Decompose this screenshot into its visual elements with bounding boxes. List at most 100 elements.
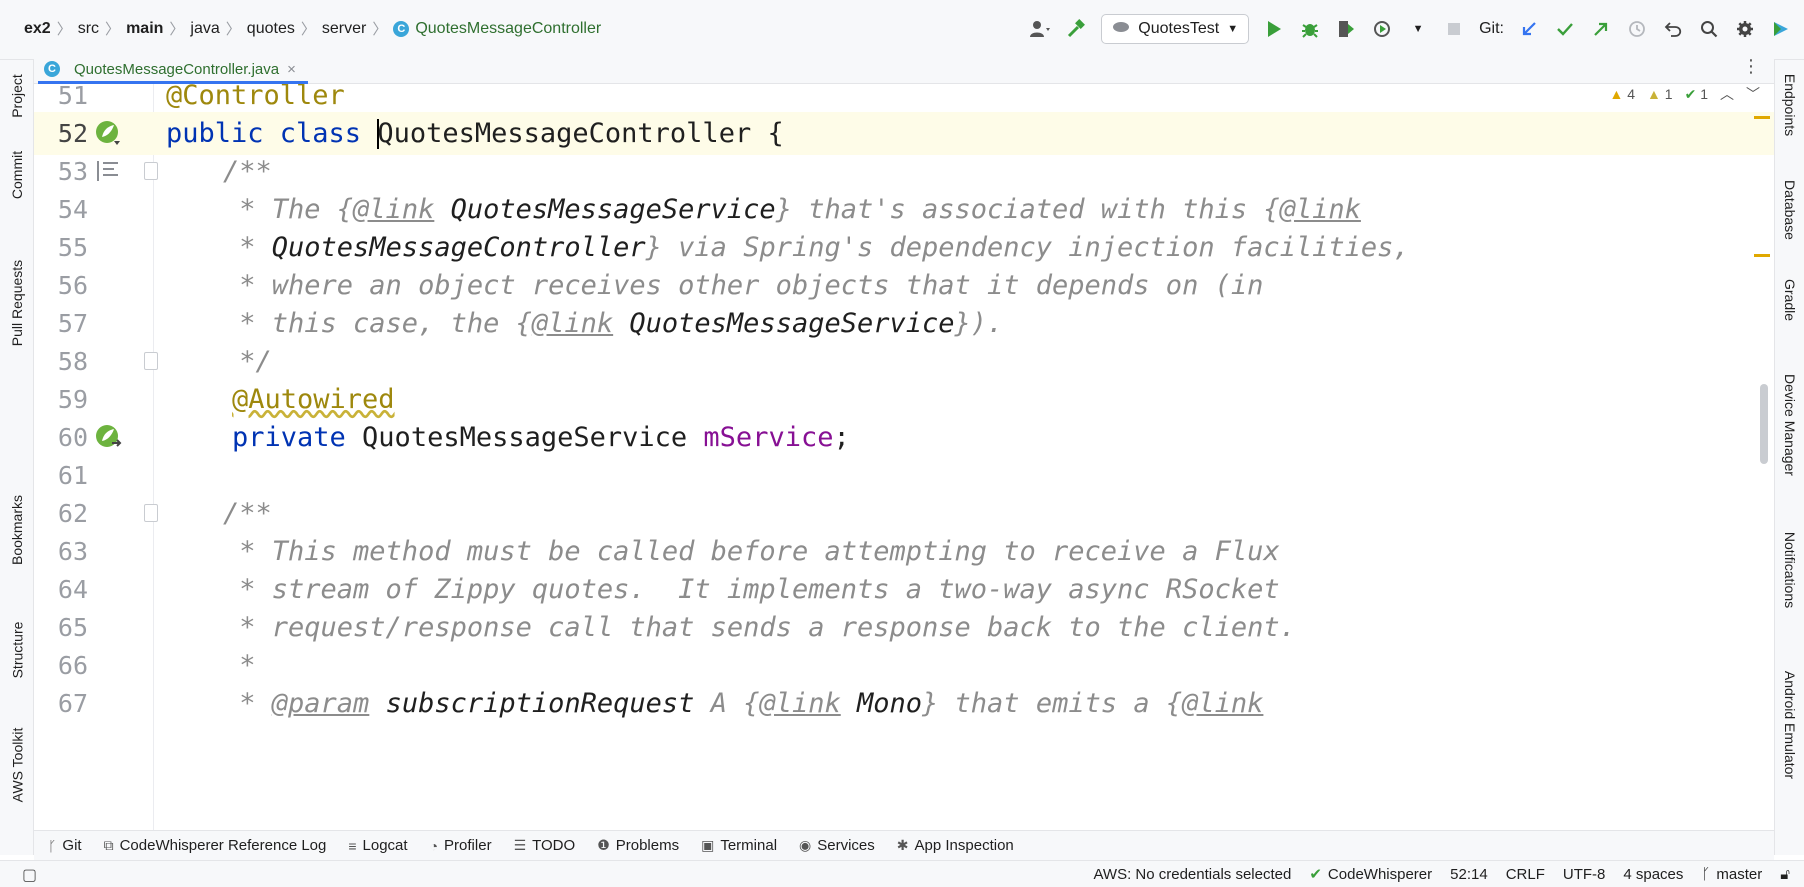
codewhisperer-status[interactable]: ✔ CodeWhisperer [1309, 865, 1432, 884]
file-encoding[interactable]: UTF-8 [1563, 866, 1606, 883]
build-hammer-icon[interactable] [1065, 18, 1087, 40]
more-vertical-icon[interactable]: ⋮ [1742, 56, 1760, 77]
tool-tab-commit[interactable]: Commit [3, 136, 31, 214]
breadcrumb: ex2 〉 src 〉 main 〉 java 〉 quotes 〉 serve… [24, 18, 601, 39]
tool-profiler[interactable]: ◔ Profiler [430, 837, 492, 854]
editor-tab-file[interactable]: C QuotesMessageController.java × [44, 56, 296, 82]
aws-connection-status[interactable]: AWS: No credentials selected [1093, 866, 1291, 883]
breadcrumb-main[interactable]: main [126, 20, 163, 38]
fold-marker[interactable] [144, 162, 158, 180]
code-text: /** [223, 156, 272, 187]
code-text: * QuotesMessageController} via Spring's … [223, 232, 1410, 263]
tool-terminal-label: Terminal [720, 837, 778, 854]
git-commit-check-icon[interactable] [1554, 18, 1576, 40]
coverage-icon[interactable] [1335, 18, 1357, 40]
code-text: private QuotesMessageService mService; [232, 422, 850, 453]
profile-run-icon[interactable] [1371, 18, 1393, 40]
run-configuration-selector[interactable]: QuotesTest ▼ [1101, 14, 1250, 44]
tool-tab-android-emulator[interactable]: Android Emulator [1777, 650, 1803, 800]
tool-services[interactable]: ◉ Services [799, 837, 875, 854]
code-editor[interactable]: ▲ 4 ▲ 1 ✔ 1 ︿ ﹀ 51 @Controller 52 public… [34, 84, 1774, 830]
tool-profiler-label: Profiler [444, 837, 492, 854]
tool-codewhisperer-log-label: CodeWhisperer Reference Log [119, 837, 327, 854]
tool-tab-bookmarks[interactable]: Bookmarks [3, 475, 31, 585]
git-branch[interactable]: ᚴ master [1701, 866, 1762, 883]
tool-todo[interactable]: ☰ TODO [514, 837, 576, 854]
line-number: 65 [57, 613, 88, 642]
spring-autowired-gutter-icon[interactable] [94, 423, 122, 451]
tool-problems[interactable]: ❶ Problems [597, 837, 679, 854]
fold-marker[interactable] [144, 352, 158, 370]
vertical-scrollbar[interactable] [1760, 384, 1768, 464]
lock-icon[interactable]: 🔓︎ [1780, 866, 1790, 883]
debug-icon[interactable] [1299, 18, 1321, 40]
render-doc-icon[interactable] [94, 157, 122, 185]
run-icon[interactable] [1263, 18, 1285, 40]
tool-terminal[interactable]: ▣ Terminal [701, 837, 777, 854]
javadoc-tag: @link [1279, 194, 1361, 225]
spring-bean-gutter-icon[interactable] [94, 119, 122, 147]
tool-tab-structure-label: Structure [9, 621, 25, 679]
tool-tab-endpoints[interactable]: Endpoints [1777, 60, 1803, 150]
line-number: 55 [57, 233, 88, 262]
line-number: 54 [57, 195, 88, 224]
line-number: 60 [57, 423, 88, 452]
line-number: 58 [57, 347, 88, 376]
git-push-icon[interactable] [1590, 18, 1612, 40]
code-punctuation: ; [833, 422, 850, 453]
tool-tab-structure[interactable]: Structure [3, 600, 31, 700]
error-stripe-marker[interactable] [1754, 116, 1770, 119]
tool-codewhisperer-log[interactable]: ⧉ CodeWhisperer Reference Log [104, 837, 327, 854]
close-tab-icon[interactable]: × [287, 61, 296, 78]
breadcrumb-src[interactable]: src [78, 20, 99, 38]
android-studio-logo-icon[interactable] [1770, 18, 1792, 40]
code-comment: * [223, 232, 272, 263]
toggle-tool-windows-icon[interactable]: ▢ [22, 865, 37, 885]
tool-tab-commit-label: Commit [9, 150, 26, 200]
error-stripe-marker[interactable] [1754, 254, 1770, 257]
breadcrumb-server[interactable]: server [322, 20, 366, 38]
more-run-options-chevron-icon[interactable]: ▼ [1407, 18, 1429, 40]
javadoc-tag: @link [353, 194, 435, 225]
check-icon: ✔ [1309, 866, 1322, 883]
profiler-icon: ◔ [429, 837, 439, 854]
tool-tab-pull-requests[interactable]: Pull Requests [3, 228, 31, 378]
tool-tab-notifications-label: Notifications [1782, 531, 1799, 609]
tool-app-inspection[interactable]: ✱ App Inspection [897, 837, 1014, 854]
tool-tab-database[interactable]: Database [1777, 160, 1803, 260]
line-number: 63 [57, 537, 88, 566]
history-clock-icon[interactable] [1626, 18, 1648, 40]
breadcrumb-quotes[interactable]: quotes [247, 20, 295, 38]
tool-git-label: Git [62, 837, 82, 854]
code-comment: * this case, the { [223, 308, 532, 339]
tool-tab-notifications[interactable]: Notifications [1777, 510, 1803, 630]
javadoc-reference: QuotesMessageService [434, 194, 776, 225]
settings-gear-icon[interactable] [1734, 18, 1756, 40]
breadcrumb-java[interactable]: java [190, 20, 219, 38]
git-branch-icon: ᚴ [1701, 865, 1711, 883]
tool-tab-project[interactable]: Project [3, 60, 31, 132]
user-icon[interactable] [1029, 18, 1051, 40]
search-icon[interactable] [1698, 18, 1720, 40]
code-comment: } via Spring's dependency injection faci… [645, 232, 1410, 263]
code-line: 58 */ [34, 340, 1774, 383]
terminal-icon: ▣ [701, 837, 715, 853]
tool-git[interactable]: ᚴ Git [48, 837, 82, 854]
fold-marker[interactable] [144, 504, 158, 522]
tool-tab-gradle[interactable]: Gradle [1777, 260, 1803, 340]
line-separator[interactable]: CRLF [1506, 866, 1545, 883]
indent-setting[interactable]: 4 spaces [1623, 866, 1683, 883]
code-line: 63 * This method must be called before a… [34, 530, 1774, 573]
breadcrumb-ex2[interactable]: ex2 [24, 20, 51, 38]
tool-tab-aws-toolkit[interactable]: AWS Toolkit [3, 705, 31, 825]
git-update-icon[interactable] [1518, 18, 1540, 40]
stop-icon[interactable] [1443, 18, 1465, 40]
code-comment: } that emits a { [922, 688, 1183, 719]
code-text: * this case, the {@link QuotesMessageSer… [223, 308, 1003, 339]
rollback-icon[interactable] [1662, 18, 1684, 40]
tool-logcat[interactable]: ≡ Logcat [348, 837, 407, 854]
breadcrumb-class[interactable]: C QuotesMessageController [393, 20, 601, 38]
app-inspection-icon: ✱ [896, 837, 909, 853]
caret-position[interactable]: 52:14 [1450, 866, 1488, 883]
tool-tab-device-manager[interactable]: Device Manager [1777, 350, 1803, 500]
